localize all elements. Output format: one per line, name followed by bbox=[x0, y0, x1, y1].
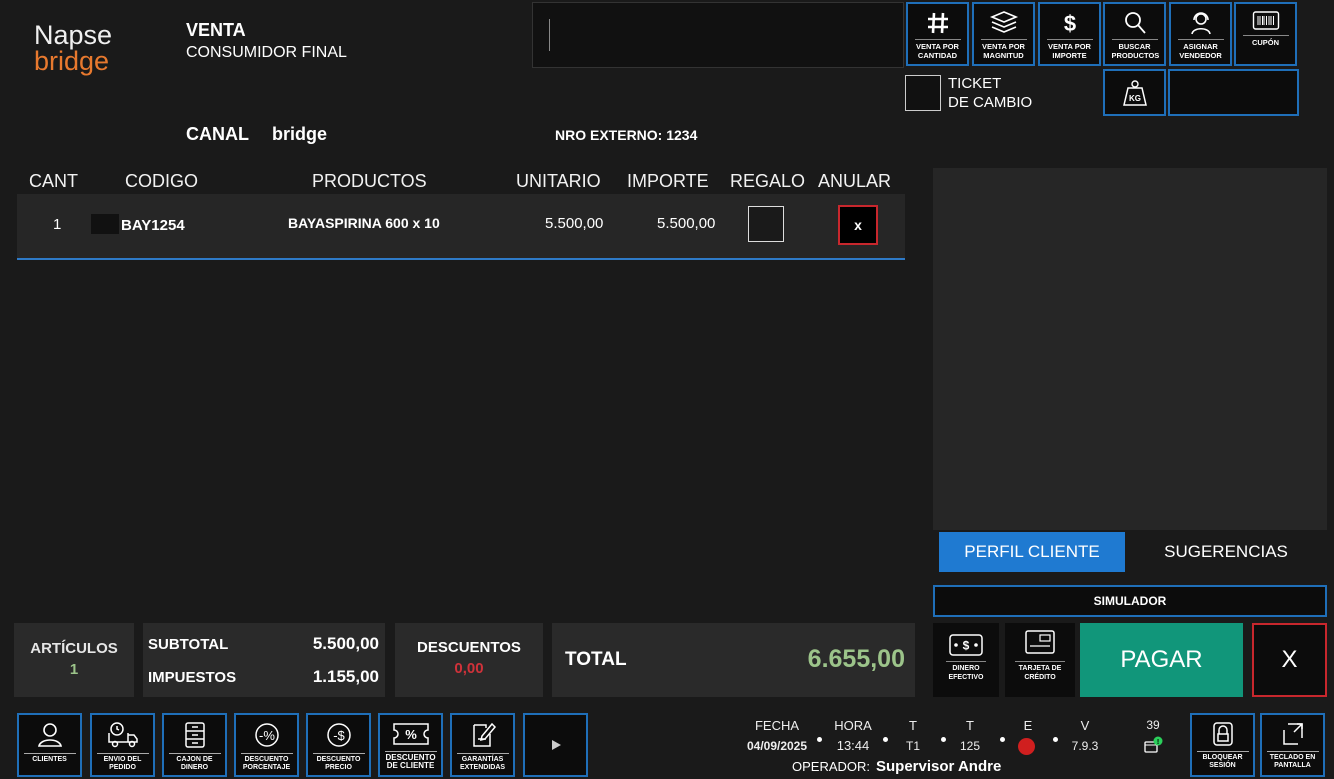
more-options-button[interactable] bbox=[523, 713, 588, 777]
napse-bridge-logo: Napse bridge bbox=[34, 20, 113, 76]
svg-text:-$: -$ bbox=[333, 728, 345, 743]
total-box: TOTAL 6.655,00 bbox=[552, 623, 915, 697]
cancel-sale-button[interactable]: X bbox=[1252, 623, 1327, 697]
col-codigo: CODIGO bbox=[125, 171, 199, 191]
cash-icon: $ bbox=[949, 634, 983, 656]
regalo-checkbox[interactable] bbox=[748, 206, 784, 242]
col-importe: IMPORTE bbox=[627, 171, 709, 191]
venta-por-cantidad-button[interactable]: VENTA POR CANTIDAD bbox=[906, 2, 969, 66]
tarjeta-credito-button[interactable]: TARJETA DE CRÉDITO bbox=[1005, 623, 1075, 697]
pesar-button[interactable]: KG bbox=[1103, 69, 1166, 116]
table-row[interactable]: 1 BAY1254 BAYASPIRINA 600 x 10 5.500,00 … bbox=[17, 194, 905, 260]
clientes-button[interactable]: CLIENTES bbox=[17, 713, 82, 777]
ticket-cambio-checkbox[interactable] bbox=[905, 75, 941, 111]
user-icon bbox=[37, 723, 62, 747]
item-cant: 1 bbox=[53, 216, 62, 233]
customer-profile-panel bbox=[933, 168, 1327, 530]
hash-icon bbox=[927, 12, 948, 34]
descuento-precio-button[interactable]: -$ DESCUENTO PRECIO bbox=[306, 713, 371, 777]
descuentos-value: 0,00 bbox=[454, 660, 484, 677]
dollar-circle-icon: -$ bbox=[326, 723, 351, 747]
subtotal-value: 5.500,00 bbox=[312, 634, 379, 653]
terminal-value: T1 bbox=[905, 739, 920, 753]
col-productos: PRODUCTOS bbox=[312, 171, 427, 191]
impuestos-value: 1.155,00 bbox=[312, 667, 379, 686]
anular-button[interactable]: x bbox=[838, 205, 878, 245]
garantias-extendidas-button[interactable]: GARANTÍAS EXTENDIDAS bbox=[450, 713, 515, 777]
col-cant: CANT bbox=[29, 171, 78, 191]
tab-sugerencias[interactable]: SUGERENCIAS bbox=[1131, 532, 1321, 572]
svg-text:KG: KG bbox=[1129, 94, 1141, 103]
col-unitario: UNITARIO bbox=[516, 171, 601, 191]
text-caret bbox=[549, 19, 550, 51]
headset-icon bbox=[1190, 12, 1211, 35]
dinero-efectivo-button[interactable]: $ DINERO EFECTIVO bbox=[933, 623, 999, 697]
sale-mode-label: VENTA bbox=[186, 20, 246, 40]
play-arrow-icon bbox=[551, 740, 561, 750]
svg-text:-%: -% bbox=[259, 728, 275, 743]
percent-icon: -% bbox=[254, 723, 279, 747]
operador-value: Supervisor Andre bbox=[876, 758, 1002, 775]
item-codigo: BAY1254 bbox=[121, 217, 185, 234]
version-value: 7.9.3 bbox=[1071, 739, 1099, 753]
cajon-dinero-button[interactable]: CAJON DE DINERO bbox=[162, 713, 227, 777]
canal-value: bridge bbox=[272, 124, 328, 144]
col-anular: ANULAR bbox=[818, 171, 892, 191]
drawer-icon bbox=[184, 722, 205, 748]
col-regalo: REGALO bbox=[730, 171, 806, 191]
percent-ticket-icon: % bbox=[392, 723, 429, 745]
item-importe: 5.500,00 bbox=[657, 215, 716, 232]
operador-label: OPERADOR: bbox=[792, 759, 871, 774]
dollar-icon: $ bbox=[1063, 11, 1075, 36]
tab-perfil-cliente[interactable]: PERFIL CLIENTE bbox=[939, 532, 1125, 572]
buscar-productos-button[interactable]: BUSCAR PRODUCTOS bbox=[1103, 2, 1166, 66]
item-producto: BAYASPIRINA 600 x 10 bbox=[288, 215, 440, 231]
cupon-button[interactable]: CUPÓN bbox=[1234, 2, 1297, 66]
hora-value: 13:44 bbox=[836, 738, 870, 753]
canal-label: CANAL bbox=[186, 124, 249, 144]
svg-text:$: $ bbox=[1063, 11, 1075, 36]
barcode-icon bbox=[1252, 11, 1279, 30]
empty-action-slot[interactable] bbox=[1168, 69, 1299, 116]
simulador-button[interactable]: SIMULADOR bbox=[933, 585, 1327, 617]
bloquear-sesion-button[interactable]: BLOQUEAR SESIÓN bbox=[1190, 713, 1255, 777]
customer-name: CONSUMIDOR FINAL bbox=[186, 44, 347, 61]
teclado-pantalla-button[interactable]: TECLADO EN PANTALLA bbox=[1260, 713, 1325, 777]
layers-icon bbox=[989, 11, 1018, 33]
item-unitario: 5.500,00 bbox=[545, 215, 604, 232]
total-value: 6.655,00 bbox=[807, 645, 905, 673]
status-indicator-red bbox=[1018, 738, 1035, 755]
asignar-vendedor-button[interactable]: ASIGNAR VENDEDOR bbox=[1169, 2, 1232, 66]
svg-text:%: % bbox=[405, 727, 417, 742]
weight-icon: KG bbox=[1122, 79, 1147, 106]
venta-por-magnitud-button[interactable]: VENTA POR MAGNITUD bbox=[972, 2, 1035, 66]
venta-por-importe-button[interactable]: $ VENTA POR IMPORTE bbox=[1038, 2, 1101, 66]
descuentos-box: DESCUENTOS 0,00 bbox=[395, 623, 543, 697]
nro-externo: NRO EXTERNO: 1234 bbox=[555, 127, 698, 143]
pagar-button[interactable]: PAGAR bbox=[1080, 623, 1243, 697]
fecha-value: 04/09/2025 bbox=[746, 739, 808, 753]
code-swatch bbox=[91, 214, 119, 234]
envio-pedido-button[interactable]: ENVIO DEL PEDIDO bbox=[90, 713, 155, 777]
lock-icon bbox=[1212, 722, 1233, 746]
document-pen-icon bbox=[472, 722, 496, 747]
truck-icon bbox=[107, 722, 138, 748]
ticket-value: 125 bbox=[959, 739, 981, 753]
expand-icon bbox=[1282, 723, 1303, 745]
search-icon bbox=[1124, 12, 1146, 34]
product-search-input[interactable] bbox=[532, 2, 904, 68]
descuento-cliente-button[interactable]: % DESCUENTO DE CLIENTE bbox=[378, 713, 443, 777]
subtotal-box: SUBTOTAL 5.500,00 IMPUESTOS 1.155,00 bbox=[143, 623, 385, 697]
articulos-count: 1 bbox=[69, 661, 79, 678]
credit-card-icon bbox=[1025, 630, 1055, 654]
notification-icon[interactable]: ! bbox=[1143, 736, 1163, 759]
svg-text:!: ! bbox=[1157, 739, 1159, 746]
articulos-box: ARTÍCULOS 1 bbox=[14, 623, 134, 697]
descuento-porcentaje-button[interactable]: -% DESCUENTO PORCENTAJE bbox=[234, 713, 299, 777]
svg-text:$: $ bbox=[963, 639, 970, 653]
ticket-cambio-label: TICKET DE CAMBIO bbox=[948, 75, 1033, 111]
notification-count: 39 bbox=[1146, 718, 1160, 732]
